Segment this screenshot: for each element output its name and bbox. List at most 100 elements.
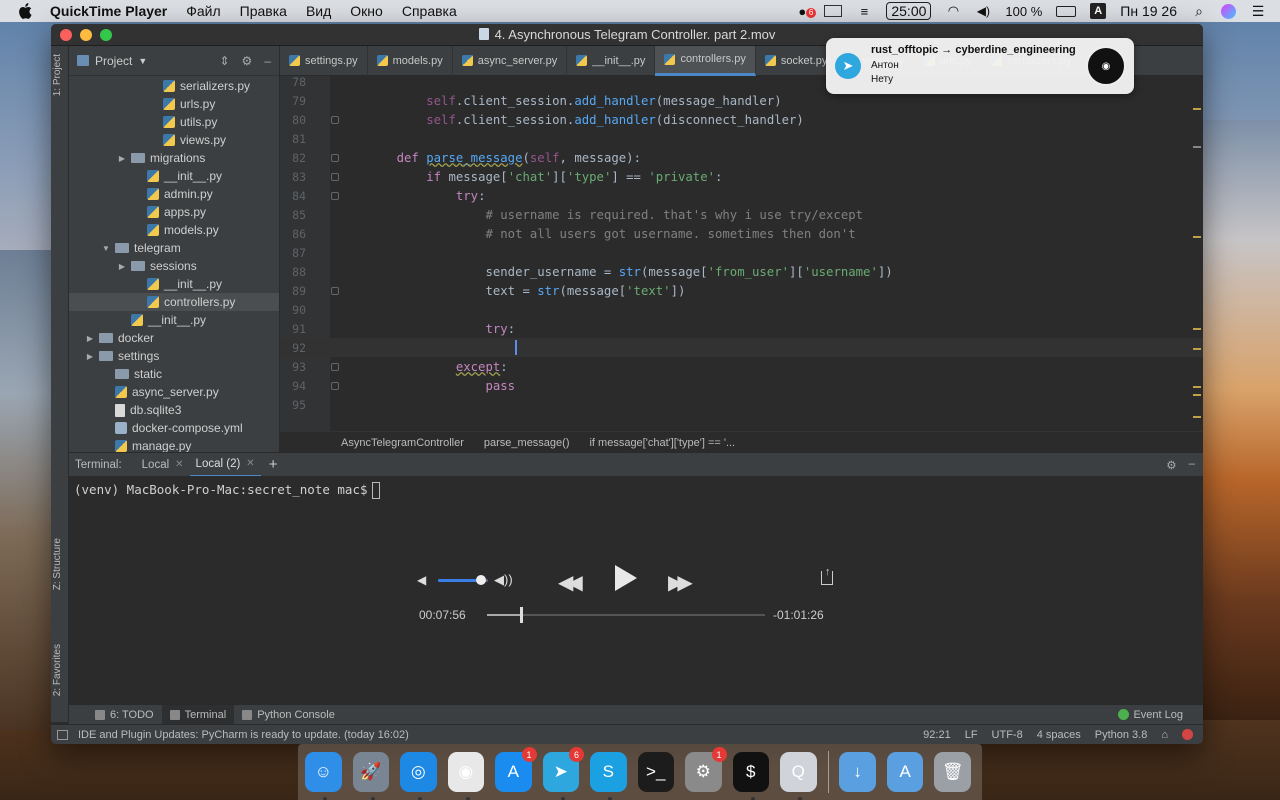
close-icon[interactable]: ✕: [246, 458, 254, 469]
spotlight-icon[interactable]: ⌕: [1191, 3, 1207, 19]
apple-icon[interactable]: [16, 2, 34, 20]
tree-item[interactable]: __init__.py: [69, 275, 279, 293]
dock-terminal-icon[interactable]: >_: [637, 752, 674, 792]
timer-display[interactable]: 25:00: [886, 2, 932, 20]
dock-trash-icon[interactable]: 🗑: [934, 752, 971, 792]
code-line[interactable]: 92: [280, 338, 1203, 357]
editor-tab[interactable]: models.py: [368, 45, 453, 76]
code-line[interactable]: 95: [280, 395, 1203, 414]
tree-item[interactable]: ▶ settings: [69, 347, 279, 365]
tree-item[interactable]: __init__.py: [69, 311, 279, 329]
editor-tab[interactable]: __init__.py: [567, 45, 656, 76]
chevron-right-icon[interactable]: ▶: [117, 262, 127, 271]
timeline-scrubber[interactable]: [487, 607, 765, 623]
tree-item[interactable]: async_server.py: [69, 383, 279, 401]
tree-item[interactable]: urls.py: [69, 95, 279, 113]
terminal-tool-button[interactable]: Terminal: [161, 704, 235, 725]
chevron-down-icon[interactable]: ▼: [101, 244, 111, 253]
new-terminal-icon[interactable]: +: [269, 456, 278, 473]
notification-center-icon[interactable]: ☰: [1250, 3, 1266, 19]
code-line[interactable]: 87: [280, 243, 1203, 262]
hide-icon[interactable]: –: [264, 54, 271, 68]
dock-system-preferences-icon[interactable]: ⚙ 1: [685, 747, 727, 792]
code-line[interactable]: 88 sender_username = str(message['from_u…: [280, 262, 1203, 281]
screen-icon[interactable]: [824, 5, 843, 17]
menu-clock[interactable]: Пн 19 26: [1120, 3, 1177, 19]
volume-knob[interactable]: [475, 575, 486, 585]
dock-telegram-icon[interactable]: ➤ 6: [542, 747, 584, 800]
menu-file[interactable]: Файл: [186, 3, 220, 19]
wifi-icon[interactable]: ◠: [945, 3, 961, 18]
terminal-tab-local-2[interactable]: Local (2) ✕: [189, 453, 261, 477]
file-encoding[interactable]: UTF-8: [992, 729, 1023, 741]
stripe-mark[interactable]: [1193, 386, 1201, 388]
tree-item[interactable]: apps.py: [69, 203, 279, 221]
close-icon[interactable]: ✕: [175, 459, 183, 470]
siri-icon[interactable]: [1221, 3, 1236, 19]
play-icon[interactable]: [615, 565, 637, 591]
dock-quicktime-icon[interactable]: Q: [780, 752, 817, 800]
collapse-all-icon[interactable]: ⇕: [219, 54, 229, 68]
dock-app-store-icon[interactable]: A1: [495, 747, 537, 792]
menu-help[interactable]: Справка: [402, 3, 457, 19]
tool-windows-icon[interactable]: [57, 729, 68, 740]
tree-item[interactable]: ▶ migrations: [69, 149, 279, 167]
tree-item[interactable]: controllers.py: [69, 293, 279, 311]
code-line[interactable]: 81: [280, 129, 1203, 148]
dock-downloads-icon[interactable]: ↓: [839, 752, 876, 792]
chevron-down-icon[interactable]: ▼: [138, 56, 147, 66]
error-indicator-icon[interactable]: [1182, 729, 1193, 740]
indent-setting[interactable]: 4 spaces: [1037, 729, 1081, 741]
status-app-icon[interactable]: ● 6: [794, 4, 817, 19]
gear-icon[interactable]: ⚙: [1166, 458, 1176, 472]
structure-tool-tab[interactable]: Z: Structure: [52, 538, 63, 590]
fast-forward-icon[interactable]: ▶▶: [668, 570, 693, 595]
tree-item[interactable]: docker-compose.yml: [69, 419, 279, 437]
tree-item[interactable]: __init__.py: [69, 167, 279, 185]
menu-edit[interactable]: Правка: [240, 3, 287, 19]
tree-item[interactable]: ▶ sessions: [69, 257, 279, 275]
code-line[interactable]: 83 if message['chat']['type'] == 'privat…: [280, 167, 1203, 186]
stack-icon[interactable]: ≡: [856, 4, 872, 19]
editor-tab[interactable]: controllers.py: [655, 45, 756, 76]
code-line[interactable]: 94 pass: [280, 376, 1203, 395]
rewind-icon[interactable]: ◀◀: [558, 570, 583, 595]
editor-tab[interactable]: async_server.py: [453, 45, 568, 76]
project-dropdown-label[interactable]: Project: [95, 54, 132, 68]
chevron-right-icon[interactable]: ▶: [85, 334, 95, 343]
fold-icon[interactable]: [331, 362, 339, 371]
fold-icon[interactable]: [331, 153, 339, 162]
breadcrumb-class[interactable]: AsyncTelegramController: [341, 437, 464, 449]
close-window-button[interactable]: [60, 28, 72, 41]
python-console-tool-button[interactable]: Python Console: [234, 705, 343, 725]
tree-item[interactable]: ▼ telegram: [69, 239, 279, 257]
code-editor[interactable]: 78 79 self.client_session.add_handler(mes…: [280, 75, 1203, 431]
dock-finder-icon[interactable]: ☺: [305, 752, 342, 800]
zoom-window-button[interactable]: [100, 28, 112, 41]
fold-icon[interactable]: [331, 191, 339, 200]
editor-tab[interactable]: settings.py: [280, 45, 368, 76]
favorites-tool-tab[interactable]: 2: Favorites: [52, 644, 63, 696]
input-source[interactable]: A: [1090, 3, 1107, 19]
dock-applications-icon[interactable]: A: [886, 752, 924, 792]
stripe-mark[interactable]: [1193, 416, 1201, 418]
status-message[interactable]: IDE and Plugin Updates: PyCharm is ready…: [78, 729, 409, 741]
code-line[interactable]: 82 def parse_message(self, message):: [280, 148, 1203, 167]
dock-iterm-icon[interactable]: $: [732, 752, 769, 800]
gear-icon[interactable]: ⚙: [242, 54, 253, 68]
volume-slider[interactable]: [438, 575, 488, 585]
code-line[interactable]: 93 except:: [280, 357, 1203, 376]
menu-window[interactable]: Окно: [350, 3, 383, 19]
menu-app-name[interactable]: QuickTime Player: [50, 3, 167, 19]
stripe-mark[interactable]: [1193, 394, 1201, 396]
lock-icon[interactable]: ⌂: [1161, 729, 1168, 741]
chevron-right-icon[interactable]: ▶: [117, 154, 127, 163]
code-line[interactable]: 86 # not all users got username. sometim…: [280, 224, 1203, 243]
tree-item[interactable]: views.py: [69, 131, 279, 149]
code-line[interactable]: 90: [280, 300, 1203, 319]
breadcrumb-statement[interactable]: if message['chat']['type'] == '...: [589, 437, 735, 449]
breadcrumb-method[interactable]: parse_message(): [484, 437, 570, 449]
fold-icon[interactable]: [331, 172, 339, 181]
tree-item[interactable]: db.sqlite3: [69, 401, 279, 419]
tree-item[interactable]: utils.py: [69, 113, 279, 131]
